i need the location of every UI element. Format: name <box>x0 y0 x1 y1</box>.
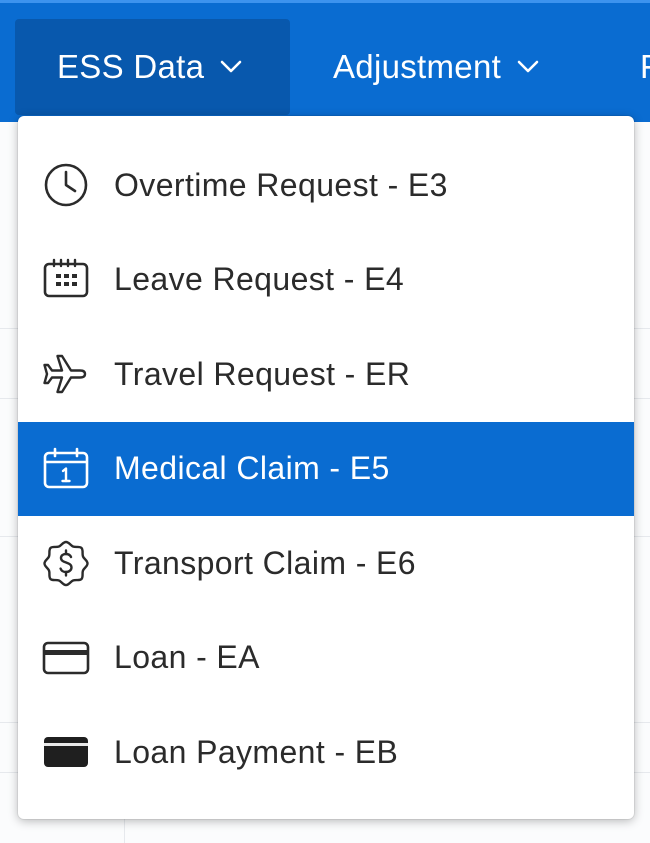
menu-item-label: Loan - EA <box>114 639 260 676</box>
clock-icon <box>40 159 92 211</box>
dollar-badge-icon <box>40 537 92 589</box>
menu-item-travel-request[interactable]: Travel Request - ER <box>18 327 634 422</box>
menu-item-label: Medical Claim - E5 <box>114 450 390 487</box>
menu-item-loan[interactable]: Loan - EA <box>18 611 634 706</box>
calendar-grid-icon <box>40 254 92 306</box>
credit-card-outline-icon <box>40 632 92 684</box>
nav-menu-truncated[interactable]: F <box>626 19 650 115</box>
dropdown-menu-list: Overtime Request - E3 Leave Request - E4… <box>18 138 634 800</box>
menu-item-medical-claim[interactable]: Medical Claim - E5 <box>18 421 634 516</box>
app-frame: ESS Data Adjustment F <box>0 0 650 843</box>
menu-item-label: Leave Request - E4 <box>114 261 405 298</box>
nav-menu-ess-data[interactable]: ESS Data <box>15 19 290 115</box>
menu-item-label: Transport Claim - E6 <box>114 544 416 581</box>
calendar-day-icon <box>40 443 92 495</box>
menu-item-label: Overtime Request - E3 <box>114 166 448 203</box>
ess-data-dropdown-menu: Overtime Request - E3 Leave Request - E4… <box>18 116 634 819</box>
top-navbar: ESS Data Adjustment F <box>0 0 650 122</box>
menu-item-loan-payment[interactable]: Loan Payment - EB <box>18 705 634 800</box>
menu-item-transport-claim[interactable]: Transport Claim - E6 <box>18 516 634 611</box>
nav-menu-label: F <box>640 48 650 86</box>
nav-menu-adjustment[interactable]: Adjustment <box>314 19 594 115</box>
chevron-down-icon <box>221 60 242 73</box>
menu-item-overtime-request[interactable]: Overtime Request - E3 <box>18 138 634 233</box>
nav-menu-label: ESS Data <box>57 48 205 85</box>
menu-item-label: Travel Request - ER <box>114 355 411 392</box>
chevron-down-icon <box>517 60 539 73</box>
nav-menu-label: Adjustment <box>333 48 502 85</box>
menu-item-label: Loan Payment - EB <box>114 733 399 770</box>
airplane-icon <box>40 348 92 400</box>
credit-card-filled-icon <box>40 726 92 778</box>
menu-item-leave-request[interactable]: Leave Request - E4 <box>18 233 634 328</box>
